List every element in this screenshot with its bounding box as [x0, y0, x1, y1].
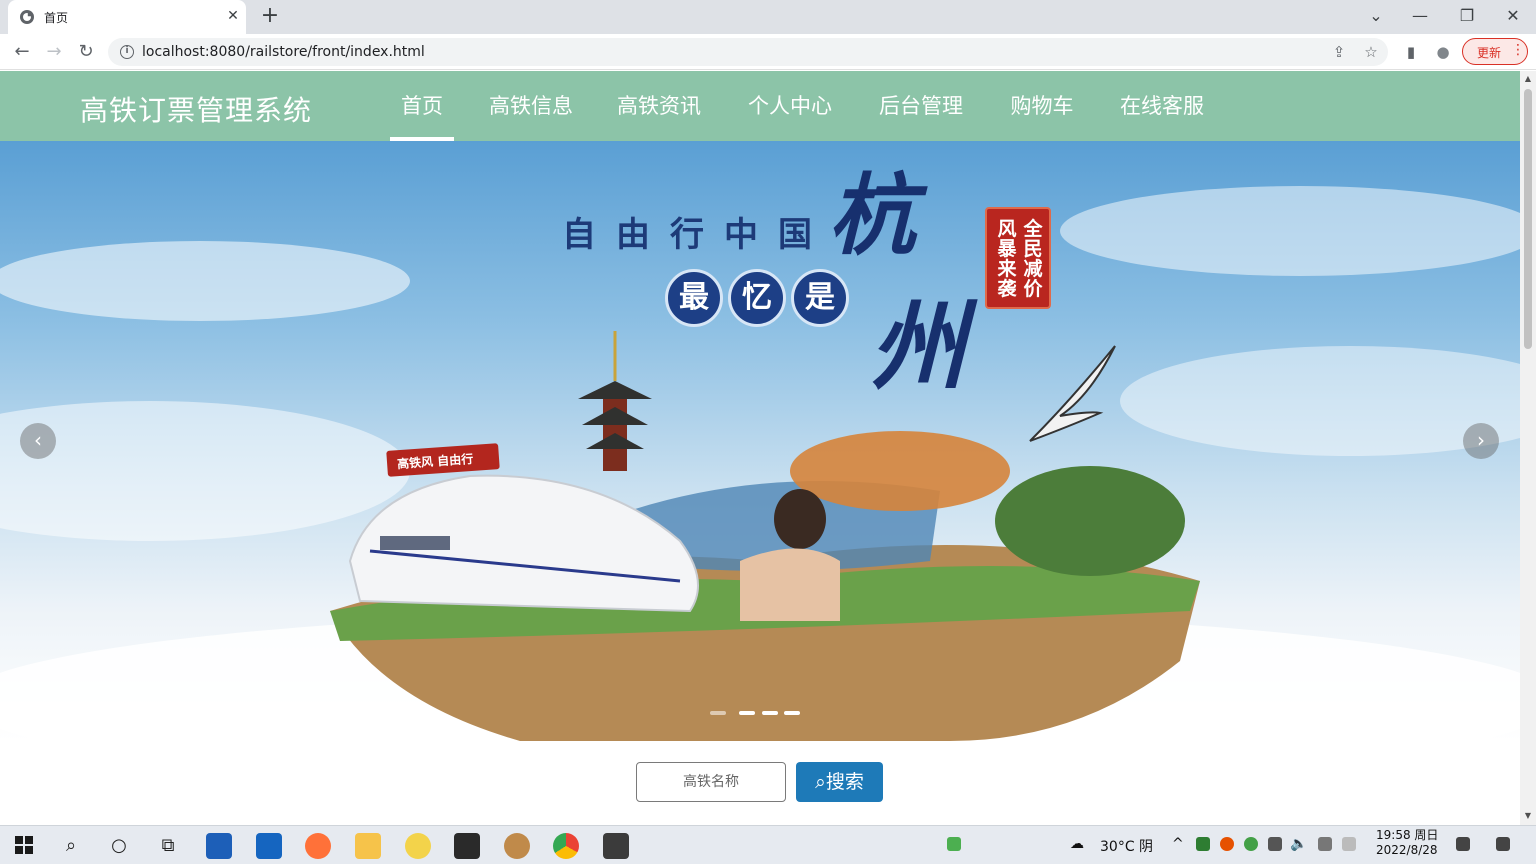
banner-circle-char: 忆 — [728, 269, 786, 327]
nav-item-cart[interactable]: 购物车 — [1008, 71, 1076, 141]
update-label: 更新 — [1477, 46, 1502, 60]
volume-icon[interactable]: 🔈 — [1290, 836, 1307, 852]
new-tab-button[interactable]: + — [258, 5, 282, 29]
forward-arrow-icon[interactable]: → — [42, 40, 66, 64]
notes-app-icon[interactable] — [405, 833, 431, 859]
action-center-icon[interactable] — [1496, 837, 1510, 851]
carousel-dot[interactable] — [784, 711, 800, 715]
intellij-app-icon[interactable] — [454, 833, 480, 859]
banner-carousel[interactable]: 自由行中国 最 忆 是 杭 州 全民减价 风暴来袭 高铁风 自由行 ‹ › — [0, 141, 1520, 741]
close-tab-icon[interactable]: ✕ — [224, 7, 242, 25]
clock-time: 19:58 周日 — [1376, 828, 1439, 842]
nav-item-home[interactable]: 首页 — [390, 71, 454, 141]
qq-tray-icon[interactable] — [1220, 837, 1234, 851]
tray-app-icon[interactable] — [1196, 837, 1210, 851]
banner-slogan: 自由行中国 — [562, 215, 832, 255]
banner-big-char: 州 — [870, 290, 966, 403]
carousel-dot[interactable] — [739, 711, 755, 715]
navicat-app-icon[interactable] — [504, 833, 530, 859]
browser-tab[interactable]: 首页 ✕ — [8, 0, 246, 34]
address-bar[interactable]: i localhost:8080/railstore/front/index.h… — [108, 38, 1388, 66]
site-title: 高铁订票管理系统 — [80, 94, 313, 127]
tab-search-chevron-icon[interactable]: ⌄ — [1362, 3, 1390, 29]
search-button[interactable]: ⌕搜索 — [796, 762, 883, 802]
tray-overflow-chevron[interactable]: ^ — [1172, 836, 1184, 852]
notification-icon[interactable] — [1456, 837, 1470, 851]
carousel-dot[interactable] — [710, 711, 726, 715]
reload-icon[interactable]: ↻ — [74, 40, 98, 64]
ribbon-text: 高铁风 自由行 — [396, 451, 474, 472]
system-clock[interactable]: 19:58 周日 2022/8/28 — [1376, 828, 1438, 858]
ime-tray-icon[interactable] — [1318, 837, 1332, 851]
weather-cloud-icon[interactable]: ☁ — [1070, 836, 1084, 852]
promo-seal: 全民减价 风暴来袭 — [985, 207, 1051, 309]
store-app-icon[interactable] — [206, 833, 232, 859]
train-name-search-input[interactable]: 高铁名称 — [636, 762, 786, 802]
url-text[interactable]: localhost:8080/railstore/front/index.htm… — [142, 44, 425, 60]
seal-text-left: 风暴来袭 — [997, 218, 1017, 300]
nav-item-customer-service[interactable]: 在线客服 — [1117, 71, 1207, 141]
side-panel-icon[interactable]: ▮ — [1400, 41, 1422, 63]
update-button[interactable]: 更新 ⋮ — [1462, 38, 1528, 65]
page-scrollbar[interactable]: ▲ ▼ — [1520, 71, 1536, 825]
network-tray-icon[interactable] — [1268, 837, 1282, 851]
scroll-down-icon[interactable]: ▼ — [1523, 811, 1533, 820]
nav-item-train-info[interactable]: 高铁信息 — [486, 71, 576, 141]
nav-item-user-center[interactable]: 个人中心 — [745, 71, 835, 141]
windows-taskbar: ⌕ ○ ⧉ ☁ 30°C 阴 ^ 🔈 19:58 周日 2022/8/28 — [0, 825, 1536, 864]
carousel-next-button[interactable]: › — [1463, 423, 1499, 459]
nav-item-train-news[interactable]: 高铁资讯 — [614, 71, 704, 141]
search-button-label: 搜索 — [825, 771, 864, 793]
bookmark-star-icon[interactable]: ☆ — [1360, 41, 1382, 63]
seal-text-right: 全民减价 — [1023, 218, 1043, 300]
close-window-button[interactable]: ✕ — [1499, 3, 1527, 29]
carousel-dot[interactable] — [762, 711, 778, 715]
cortana-icon[interactable]: ○ — [106, 834, 132, 858]
firefox-app-icon[interactable] — [305, 833, 331, 859]
banner-big-char: 杭 — [828, 163, 917, 267]
globe-icon — [20, 10, 34, 24]
scroll-up-icon[interactable]: ▲ — [1523, 74, 1533, 83]
page-viewport: 高铁订票管理系统 首页 高铁信息 高铁资讯 个人中心 后台管理 购物车 在线客服 — [0, 71, 1520, 825]
site-header: 高铁订票管理系统 首页 高铁信息 高铁资讯 个人中心 后台管理 购物车 在线客服 — [0, 71, 1520, 141]
profile-avatar-icon[interactable]: ● — [1432, 41, 1454, 63]
tab-title: 首页 — [44, 11, 69, 25]
nav-item-admin[interactable]: 后台管理 — [876, 71, 966, 141]
scroll-thumb[interactable] — [1524, 89, 1532, 349]
windows-start-icon[interactable] — [15, 836, 33, 854]
minimize-window-button[interactable]: — — [1406, 3, 1434, 29]
browser-toolbar: ← → ↻ i localhost:8080/railstore/front/i… — [0, 34, 1536, 70]
search-icon[interactable]: ⌕ — [58, 834, 84, 858]
search-icon: ⌕ — [815, 771, 826, 793]
banner-circle-char: 是 — [791, 269, 849, 327]
chrome-app-icon[interactable] — [553, 833, 579, 859]
share-icon[interactable]: ⇪ — [1328, 41, 1350, 63]
clock-date: 2022/8/28 — [1376, 843, 1438, 857]
carousel-prev-button[interactable]: ‹ — [20, 423, 56, 459]
terminal-app-icon[interactable] — [603, 833, 629, 859]
back-arrow-icon[interactable]: ← — [10, 40, 34, 64]
mail-app-icon[interactable] — [256, 833, 282, 859]
task-view-icon[interactable]: ⧉ — [155, 834, 181, 858]
sync-tray-icon[interactable] — [1244, 837, 1258, 851]
battery-tray-icon[interactable] — [947, 837, 961, 851]
banner-circle-char: 最 — [665, 269, 723, 327]
restore-window-button[interactable]: ❐ — [1453, 3, 1481, 29]
tray-app-icon[interactable] — [1342, 837, 1356, 851]
file-explorer-icon[interactable] — [355, 833, 381, 859]
weather-text[interactable]: 30°C 阴 — [1100, 836, 1153, 856]
menu-dots-icon[interactable]: ⋮ — [1511, 42, 1525, 58]
site-info-icon[interactable]: i — [120, 45, 134, 59]
browser-tab-strip: 首页 ✕ + ⌄ — ❐ ✕ — [0, 0, 1536, 34]
